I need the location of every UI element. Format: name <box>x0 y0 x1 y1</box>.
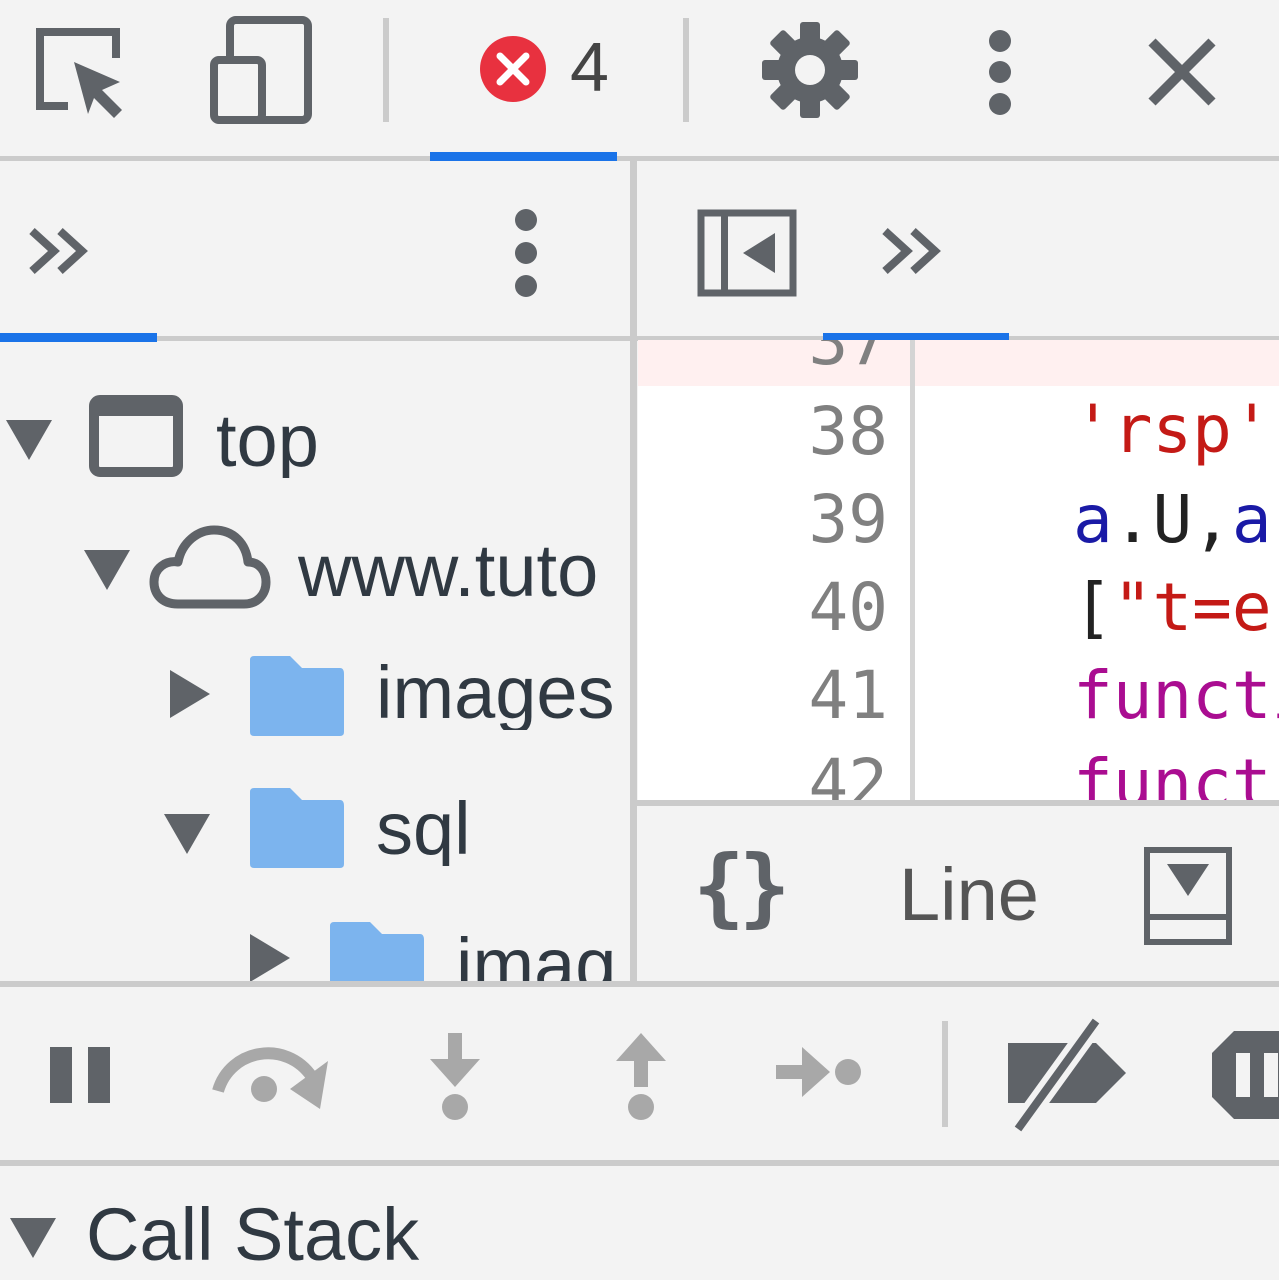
code-line: ua,!0)}fu <box>914 740 1279 802</box>
tree-item-label: imag <box>456 928 617 981</box>
step-into-icon <box>430 1033 480 1120</box>
customize-menu-button[interactable] <box>975 26 1025 121</box>
step-over-button[interactable] <box>208 1031 334 1111</box>
navigator-tabs-overflow-button[interactable] <box>26 221 96 281</box>
step-out-button[interactable] <box>606 1031 676 1123</box>
line-number: 41 <box>808 657 888 734</box>
pane-splitter[interactable] <box>630 161 637 981</box>
folder-icon <box>250 788 344 868</box>
close-devtools-button[interactable] <box>1140 30 1224 114</box>
chevron-double-right-icon <box>29 228 88 274</box>
error-count: 4 <box>570 28 609 106</box>
error-icon <box>480 36 546 102</box>
device-toggle-button[interactable] <box>206 14 316 126</box>
triangle-down-icon <box>10 1218 56 1258</box>
navigator-pane: top www.tuto images sql imag <box>0 161 630 981</box>
pause-button[interactable] <box>48 1045 114 1105</box>
toolbar-divider <box>683 18 689 122</box>
call-stack-title: Call Stack <box>86 1193 420 1276</box>
folder-icon <box>250 656 344 736</box>
triangle-down-icon <box>84 550 130 590</box>
cursor-select-icon <box>36 28 122 118</box>
call-stack-section-header[interactable]: Call Stack <box>0 1166 1279 1280</box>
navigator-header-border <box>157 336 630 341</box>
gear-icon <box>762 22 858 118</box>
panel-bottom-icon <box>1144 847 1232 945</box>
tree-item-label: images <box>376 656 615 730</box>
triangle-down-icon <box>6 420 52 460</box>
debugger-toolbar <box>0 987 1279 1161</box>
settings-button[interactable] <box>760 20 860 120</box>
error-counter-button[interactable]: 4 <box>430 24 620 124</box>
tree-item-domain[interactable]: www.tuto <box>0 492 630 622</box>
octagon-pause-icon <box>1212 1031 1279 1119</box>
step-icon <box>776 1047 861 1097</box>
code-editor[interactable]: 37 'rsp'),c( 38 a.U,a,c); 39 ["t=error 4… <box>638 340 1279 802</box>
pause-on-exceptions-button[interactable] <box>1208 1027 1279 1123</box>
line-number: 40 <box>808 569 888 646</box>
step-into-button[interactable] <box>420 1031 490 1123</box>
triangle-right-icon <box>250 934 290 981</box>
more-vert-icon <box>515 209 537 297</box>
tree-item-top[interactable]: top <box>0 356 630 486</box>
tree-item-folder-sql[interactable]: sql <box>0 766 630 896</box>
error-tab-indicator-bar <box>430 152 617 161</box>
triangle-down-icon <box>164 814 210 854</box>
more-vert-icon <box>989 30 1011 115</box>
triangle-right-icon <box>170 670 210 718</box>
inspect-element-button[interactable] <box>30 22 130 122</box>
navigator-more-button[interactable] <box>504 206 548 298</box>
editor-statusbar: {} Line <box>637 806 1279 981</box>
breakpoints-deactivate-icon <box>1008 1017 1126 1133</box>
chevron-double-right-icon <box>882 228 941 274</box>
folder-icon <box>330 922 424 981</box>
tree-item-folder-images[interactable]: images <box>0 632 630 762</box>
line-number: 37 <box>808 340 888 380</box>
editor-tabs-overflow-button[interactable] <box>879 221 949 281</box>
frame-icon <box>89 395 183 477</box>
tree-item-folder-imag[interactable]: imag <box>0 902 630 981</box>
main-toolbar: 4 <box>0 0 1279 161</box>
toggle-debugger-sidebar-button[interactable] <box>1143 846 1233 946</box>
step-button[interactable] <box>774 1041 866 1101</box>
debugger-toolbar-divider <box>942 1021 948 1127</box>
toolbar-divider <box>383 18 389 122</box>
pause-icon <box>50 1047 110 1103</box>
tree-item-label: sql <box>376 792 471 866</box>
deactivate-breakpoints-button[interactable] <box>1004 1017 1130 1133</box>
line-number: 39 <box>808 481 888 558</box>
file-tree: top www.tuto images sql imag <box>0 342 630 981</box>
sidebar-toggle-icon <box>697 209 797 297</box>
toggle-navigator-button[interactable] <box>697 209 797 297</box>
line-number: 38 <box>808 393 888 470</box>
cursor-position-label: Line <box>899 853 1039 936</box>
tree-item-label: top <box>216 404 319 478</box>
device-mode-icon <box>210 16 312 124</box>
navigator-tab-indicator <box>0 333 157 342</box>
step-out-icon <box>616 1033 666 1120</box>
cloud-icon <box>149 525 271 609</box>
step-over-icon <box>212 1047 328 1109</box>
line-number: 42 <box>808 745 888 802</box>
close-icon <box>1148 38 1216 106</box>
tree-item-label: www.tuto <box>298 534 599 608</box>
pretty-print-button[interactable]: {} <box>693 844 791 930</box>
